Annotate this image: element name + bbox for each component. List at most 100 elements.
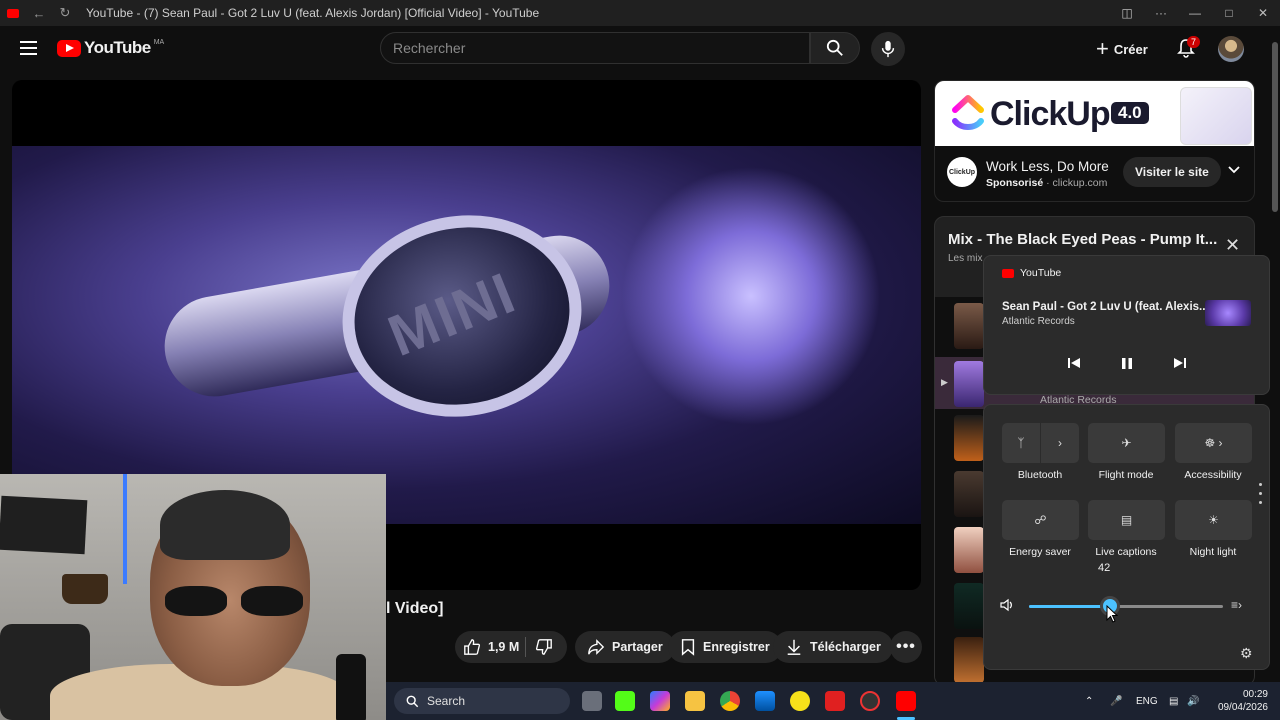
audio-output-icon[interactable]: ≡›: [1231, 598, 1242, 612]
speaker-icon[interactable]: [1000, 598, 1014, 617]
volume-fill: [1029, 605, 1111, 608]
accessibility-label: Accessibility: [1184, 469, 1242, 481]
voice-search-button[interactable]: [871, 32, 905, 66]
video-frame: MINI: [12, 146, 921, 524]
download-button[interactable]: Télécharger: [773, 631, 893, 663]
window-title: YouTube - (7) Sean Paul - Got 2 Luv U (f…: [86, 6, 540, 20]
more-actions-button[interactable]: •••: [890, 631, 922, 663]
now-playing-icon: ▶: [941, 377, 948, 387]
youtube-taskbar-icon[interactable]: [896, 691, 916, 711]
playlist-thumbnail[interactable]: [954, 583, 984, 629]
language-indicator[interactable]: ENG: [1136, 682, 1158, 720]
playlist-thumbnail[interactable]: [954, 415, 984, 461]
save-button[interactable]: Enregistrer: [668, 631, 782, 663]
quick-settings-page-indicator[interactable]: [1259, 483, 1263, 510]
dislike-button[interactable]: [535, 631, 560, 663]
bluetooth-expand[interactable]: ›: [1041, 423, 1079, 463]
share-button[interactable]: Partager: [575, 631, 675, 663]
ad-brand-name: ClickUp: [990, 95, 1111, 133]
accessibility-toggle[interactable]: ☸ ›: [1175, 423, 1252, 463]
file-explorer-icon[interactable]: [685, 691, 705, 711]
split-view-icon[interactable]: ◫: [1110, 0, 1144, 26]
search-icon: [406, 695, 419, 707]
ad-product-mockup: [1180, 87, 1252, 145]
share-icon: [588, 639, 605, 655]
chevron-down-icon[interactable]: [1227, 165, 1241, 175]
like-dislike-pill: 1,9 M: [455, 631, 567, 663]
accessibility-icon: ☸ ›: [1204, 436, 1223, 450]
volume-slider[interactable]: [1029, 596, 1223, 616]
video-title: l Video]: [386, 600, 444, 617]
brightness-icon: ☀: [1208, 513, 1219, 527]
store-app-icon[interactable]: [755, 691, 775, 711]
volume-tray-icon[interactable]: 🔊: [1187, 682, 1199, 720]
bluetooth-icon: ᛉ: [1017, 436, 1025, 450]
mix-title[interactable]: Mix - The Black Eyed Peas - Pump It...: [948, 231, 1217, 248]
kick-app-icon[interactable]: [615, 691, 635, 711]
pause-button[interactable]: [1112, 352, 1142, 374]
create-button[interactable]: + Créer: [1096, 35, 1148, 63]
media-artist: Atlantic Records: [1002, 316, 1075, 327]
taskbar-search[interactable]: Search: [394, 688, 570, 714]
flight-mode-toggle[interactable]: ✈: [1088, 423, 1165, 463]
red-app-icon[interactable]: [825, 691, 845, 711]
game-app-icon[interactable]: [790, 691, 810, 711]
playlist-thumbnail[interactable]: [954, 303, 984, 349]
mouse-cursor-icon: [1106, 605, 1118, 623]
chevron-right-icon: ›: [1058, 436, 1062, 450]
maximize-button[interactable]: □: [1212, 0, 1246, 26]
notifications-button[interactable]: 7: [1172, 34, 1201, 62]
energy-saver-toggle[interactable]: ☍: [1002, 500, 1079, 540]
next-track-button[interactable]: [1165, 352, 1195, 374]
youtube-app-icon: [1002, 268, 1014, 278]
download-icon: [787, 639, 801, 655]
youtube-tab-icon: [0, 0, 26, 26]
youtube-play-icon: [57, 39, 81, 57]
live-captions-toggle[interactable]: ▤: [1088, 500, 1165, 540]
thumbs-up-icon: [464, 639, 481, 655]
tray-microphone-icon[interactable]: 🎤: [1110, 682, 1122, 720]
opera-app-icon[interactable]: [860, 691, 880, 711]
close-window-button[interactable]: ✕: [1246, 0, 1280, 26]
night-light-toggle[interactable]: ☀: [1175, 500, 1252, 540]
ad-title: Work Less, Do More: [986, 159, 1109, 174]
playlist-thumbnail[interactable]: [954, 637, 984, 683]
more-icon[interactable]: ···: [1144, 0, 1178, 26]
like-button[interactable]: 1,9 M: [463, 631, 519, 663]
taskbar-clock[interactable]: 00:29 09/04/2026: [1208, 688, 1268, 714]
volume-tooltip: 42: [1098, 562, 1111, 574]
bluetooth-toggle[interactable]: ᛉ: [1002, 423, 1040, 463]
search-button[interactable]: [810, 32, 860, 64]
sponsored-ad-card[interactable]: ClickUp 4.0 ClickUp Work Less, Do More S…: [934, 80, 1255, 202]
more-horizontal-icon: •••: [896, 638, 916, 655]
youtube-logo[interactable]: YouTube MA: [57, 38, 164, 58]
night-light-label: Night light: [1189, 546, 1237, 558]
ad-version-badge: 4.0: [1111, 102, 1149, 124]
search-input[interactable]: Rechercher: [380, 32, 810, 64]
reload-icon[interactable]: ↻: [52, 0, 78, 26]
avatar[interactable]: [1218, 36, 1244, 62]
tray-overflow-icon[interactable]: ⌃: [1085, 682, 1093, 720]
chrome-app-icon[interactable]: [720, 691, 740, 711]
settings-gear-icon[interactable]: ⚙: [1240, 645, 1253, 662]
back-icon[interactable]: ←: [26, 0, 52, 26]
minimize-button[interactable]: —: [1178, 0, 1212, 26]
visit-site-button[interactable]: Visiter le site: [1123, 157, 1221, 187]
playlist-thumbnail[interactable]: [954, 471, 984, 517]
task-view-icon[interactable]: [582, 691, 602, 711]
ad-banner[interactable]: ClickUp 4.0: [935, 81, 1254, 146]
playlist-thumbnail[interactable]: [954, 527, 984, 573]
copilot-app-icon[interactable]: [650, 691, 670, 711]
media-album-art: [1205, 300, 1251, 326]
close-icon[interactable]: ✕: [1225, 235, 1240, 256]
next-icon: [1174, 358, 1186, 368]
flight-mode-label: Flight mode: [1098, 469, 1154, 481]
menu-icon[interactable]: [20, 41, 37, 55]
network-icon[interactable]: ▤: [1169, 682, 1178, 720]
youtube-header: YouTube MA Rechercher + Créer 7: [0, 26, 1270, 72]
previous-track-button[interactable]: [1059, 352, 1089, 374]
windows-taskbar: Search ⌃ 🎤 ENG ▤ 🔊 00:29 09/04/2026: [386, 682, 1280, 720]
energy-saver-label: Energy saver: [1009, 546, 1071, 558]
page-scrollbar[interactable]: [1270, 26, 1280, 686]
playlist-thumbnail[interactable]: [954, 361, 984, 407]
